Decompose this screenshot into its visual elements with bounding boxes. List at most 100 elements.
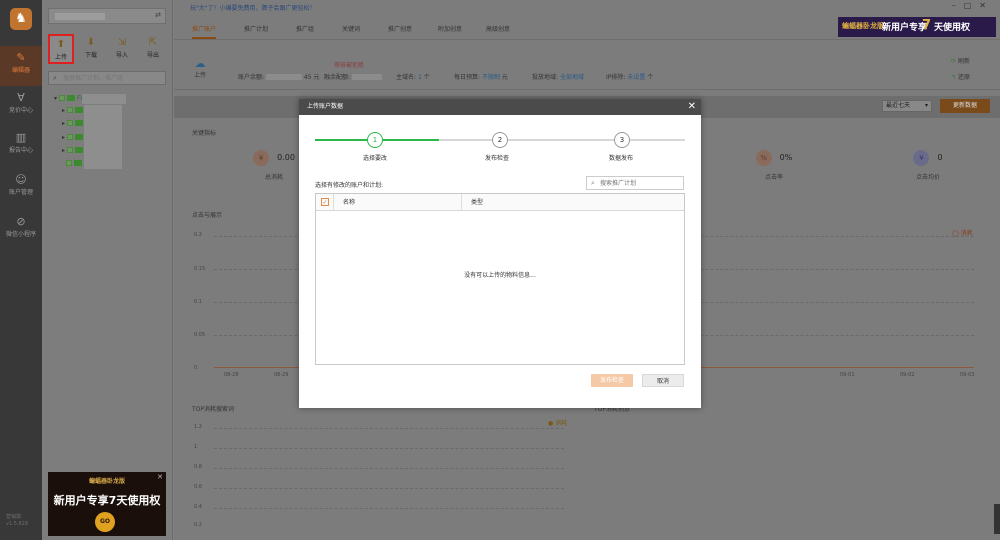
app-rail: ♞ ✎ 编辑器 ∀ 竞价中心 ▥ 报告中心 ☺ 账户管理 ⊘ 微信小程序 营销猿… — [0, 0, 42, 540]
tree-search-input[interactable] — [63, 73, 163, 83]
export-button[interactable]: ⇱ 导出 — [140, 34, 166, 64]
grid-line — [214, 488, 564, 489]
percent-icon: % — [755, 150, 772, 166]
dialog-title: 上传账户数据 — [307, 103, 344, 110]
restore-button[interactable]: ↰ 还原 — [951, 72, 970, 81]
cancel-button[interactable]: 取消 — [642, 374, 684, 387]
rail-item-miniprogram[interactable]: ⊘ 微信小程序 — [0, 210, 42, 250]
checkbox[interactable] — [59, 95, 66, 101]
rail-item-editor[interactable]: ✎ 编辑器 — [0, 46, 42, 86]
budget-row: 每日预算: 不限制 元 — [454, 72, 508, 81]
download-icon: ⬇ — [86, 37, 96, 48]
y-tick: 1 — [194, 444, 198, 450]
y-tick: 0.4 — [194, 504, 202, 510]
promo-banner-top[interactable]: 蝙蝠器卧龙版 新用户专享 7 天使用权 — [838, 17, 996, 37]
tree-node[interactable]: ▸ — [62, 134, 84, 143]
x-tick: 09-02 — [900, 372, 915, 378]
selection-prompt: 选择有修改的账户和计划: — [315, 182, 384, 189]
download-button[interactable]: ⬇ 下载 — [78, 34, 104, 64]
step-2: 2 — [492, 132, 508, 148]
window-controls[interactable]: –□✕ — [952, 1, 994, 10]
yuan-icon: ¥ — [253, 150, 270, 166]
info-upload-button[interactable]: ☁ 上传 — [194, 57, 206, 80]
y-tick: 0.6 — [194, 484, 202, 490]
y-tick: 1.2 — [194, 424, 202, 430]
app-logo-icon: ♞ — [10, 8, 32, 30]
plan-search[interactable]: ⌕ — [586, 176, 684, 190]
search-icon: ⌕ — [591, 179, 595, 187]
promo-title: 蝙蝠器卧龙版 — [88, 478, 125, 485]
refresh-button[interactable]: ⟳ 刷新 — [951, 56, 970, 65]
tab-account[interactable]: 推广账户 — [192, 24, 217, 39]
upload-icon: ⬆ — [56, 39, 66, 50]
metric-value: 0 — [937, 153, 943, 162]
domain-count[interactable]: 1 — [418, 74, 422, 81]
rail-item-label: 竞价中心 — [8, 107, 33, 114]
clicks-chart-title: 点击与展示 — [192, 212, 223, 219]
balance-row: 账户余额: 45 元 — [238, 72, 319, 81]
step-label: 选择要改 — [363, 155, 388, 162]
budget-label: 每日预算: — [454, 74, 481, 81]
ip-unit: 个 — [647, 74, 654, 81]
tab-creative[interactable]: 推广创意 — [388, 24, 412, 33]
notice-text[interactable]: 玩"大"了！小编要免费用，脾子会跟广更轻松！ — [190, 3, 316, 12]
rail-item-label: 微信小程序 — [5, 231, 36, 238]
tree-node[interactable]: ▸ — [62, 120, 84, 129]
rail-item-bidding[interactable]: ∀ 竞价中心 — [0, 86, 42, 126]
dialog-header: 上传账户数据 ✕ — [299, 99, 701, 115]
review-status[interactable]: 审核被拒绝 — [334, 60, 364, 69]
yuan-icon: ¥ — [913, 150, 930, 166]
tab-extra-creative[interactable]: 附加创意 — [438, 24, 462, 33]
scrollbar[interactable] — [994, 504, 1000, 534]
upload-dialog: 上传账户数据 ✕ 1 2 3 选择要改 发布检查 数据发布 选择有修改的账户和计… — [299, 99, 701, 408]
rail-item-label: 报告中心 — [8, 147, 33, 154]
export-label: 导出 — [146, 52, 159, 59]
tab-group[interactable]: 推广组 — [296, 24, 314, 33]
promo-subtitle: 新用户专享7天使用权 — [53, 494, 161, 507]
step-1: 1 — [367, 132, 383, 148]
column-name: 名称 — [333, 194, 461, 211]
tree-node[interactable]: ▸ — [62, 147, 84, 156]
import-label: 导入 — [115, 52, 128, 59]
date-range-select[interactable]: 最近七天 ▾ — [882, 100, 932, 112]
change-list-table: ✓ 名称 类型 没有可以上传的物料信息... — [315, 193, 685, 365]
restore-icon: ↰ — [951, 74, 957, 81]
tab-plan[interactable]: 推广计划 — [244, 24, 268, 33]
region-value[interactable]: 全部地域 — [560, 74, 584, 81]
upload-button[interactable]: ⬆ 上传 — [48, 34, 74, 64]
budget-value[interactable]: 不限制 — [482, 74, 500, 81]
select-all-checkbox[interactable]: ✓ — [321, 198, 329, 206]
publish-check-button[interactable]: 发布检查 — [591, 374, 633, 387]
swap-icon: ⇄ — [155, 11, 161, 19]
cloud-upload-icon: ☁ — [194, 57, 206, 70]
top-legend[interactable]: ● 消耗 — [548, 418, 567, 427]
import-button[interactable]: ⇲ 导入 — [109, 34, 135, 64]
step-indicator: 1 2 3 选择要改 发布检查 数据发布 — [315, 132, 685, 162]
ip-value[interactable]: 未设置 — [627, 74, 645, 81]
y-tick: 0.15 — [194, 266, 206, 272]
domain-unit: 个 — [423, 74, 430, 81]
tab-keywords[interactable]: 关键词 — [342, 24, 360, 33]
promo-banner-left[interactable]: ✕ 蝙蝠器卧龙版 新用户专享7天使用权 GO — [48, 472, 166, 536]
tree-node[interactable]: ▸ — [62, 107, 84, 116]
report-icon: ▥ — [15, 131, 27, 144]
region-label: 投放地域: — [532, 74, 559, 81]
close-icon[interactable]: ✕ — [688, 99, 696, 115]
rail-item-account[interactable]: ☺ 账户管理 — [0, 168, 42, 208]
tree-node[interactable] — [62, 160, 82, 169]
y-tick: 0.05 — [194, 332, 206, 338]
update-data-button[interactable]: 更新数据 — [940, 99, 990, 113]
account-selector[interactable]: ⇄ — [48, 8, 166, 24]
promo-top-text2: 天使用权 — [934, 23, 971, 33]
rail-item-reports[interactable]: ▥ 报告中心 — [0, 126, 42, 166]
quota-label: 融余配额: — [324, 74, 351, 81]
currency-unit: 元 — [313, 74, 320, 81]
promo-go-button[interactable]: GO — [95, 512, 115, 532]
metric-avg-cpc: ¥0 点击均价 — [868, 150, 988, 190]
tab-advanced-creative[interactable]: 高级创意 — [486, 24, 510, 33]
step-number: 2 — [497, 136, 503, 144]
balance-label: 账户余额: — [238, 74, 265, 81]
tree-root[interactable]: ▾ Fl — [54, 95, 82, 104]
plan-search-input[interactable] — [600, 178, 682, 188]
tree-search[interactable]: ⌕ — [48, 71, 166, 85]
